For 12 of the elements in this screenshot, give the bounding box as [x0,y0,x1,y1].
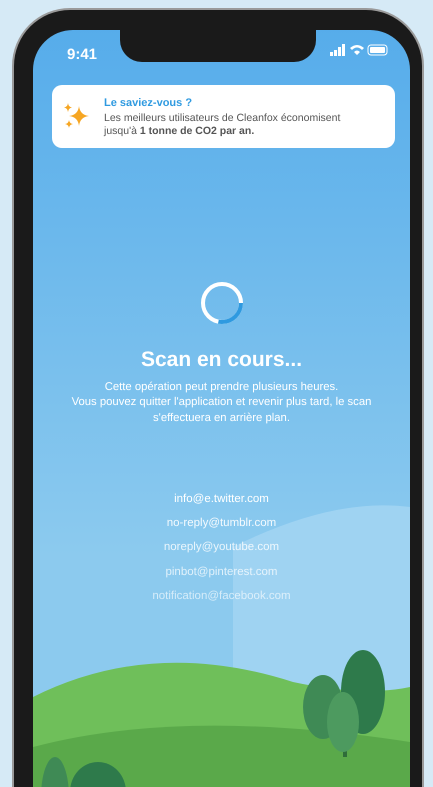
scan-description: Cette opération peut prendre plusieurs heures. Vous pouvez quitter l'application et revenir plus tard, le scan s'effectuera en arrière plan. [70,380,372,426]
scan-title: Scan en cours... [140,347,302,373]
status-time: 9:41 [67,45,98,65]
status-icons [330,44,388,57]
sender-address: noreply@youtube.com [164,540,280,556]
progress-ring [198,280,244,326]
tip-text: Les meilleurs utilisateurs de Cleanfox économisent jusqu'à 1 tonne de CO2 par an. [104,112,342,138]
tip-title: Le saviez-vous ? [104,96,194,111]
sender-address: pinbot@pinterest.com [165,564,278,580]
sender-address: info@e.twitter.com [174,492,269,507]
sender-address: notification@facebook.com [152,588,291,604]
sender-address: no-reply@tumblr.com [166,516,276,532]
